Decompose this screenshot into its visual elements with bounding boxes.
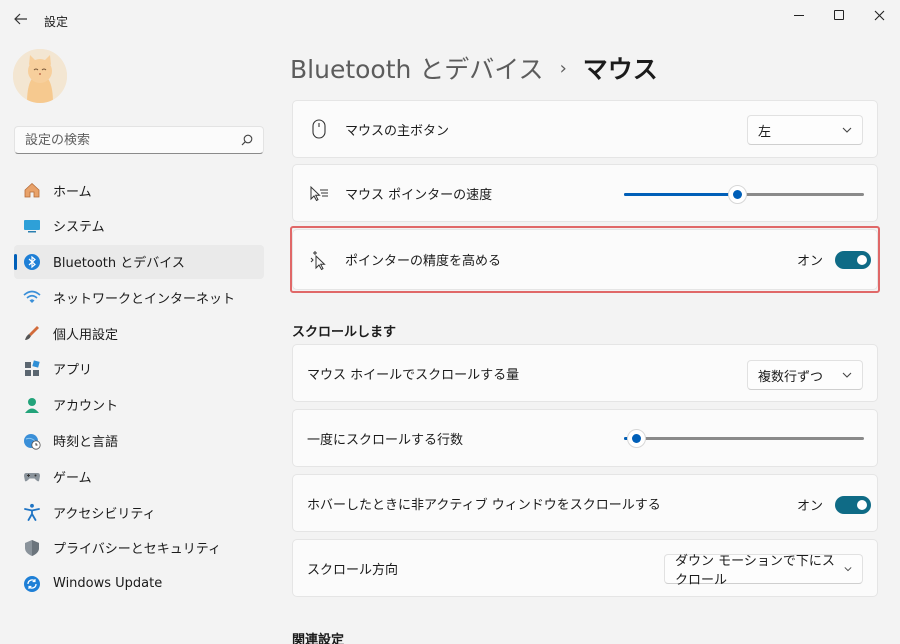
sidebar-item-label: 個人用設定 — [53, 327, 119, 343]
slider-fill — [624, 193, 737, 196]
related-section-title: 関連設定 — [292, 633, 345, 644]
inactive-scroll-label: ホバーしたときに非アクティブ ウィンドウをスクロールする — [307, 497, 661, 513]
search-box[interactable] — [14, 126, 264, 154]
highlight-box — [290, 226, 880, 293]
brush-icon — [22, 323, 42, 343]
bluetooth-icon — [22, 252, 42, 272]
pointer-speed-icon — [307, 181, 331, 205]
scroll-section-title: スクロールします — [292, 325, 397, 340]
sidebar-item-accessibility[interactable]: アクセシビリティ — [14, 495, 264, 529]
slider-thumb[interactable] — [627, 429, 646, 448]
wheel-amount-dropdown[interactable]: 複数行ずつ — [747, 360, 863, 390]
sidebar-item-apps[interactable]: アプリ — [14, 352, 264, 386]
accessibility-icon — [22, 502, 42, 522]
pointer-speed-label: マウス ポインターの速度 — [345, 187, 493, 203]
globe-clock-icon — [22, 431, 42, 451]
app-title: 設定 — [44, 15, 69, 29]
sidebar-item-label: プライバシーとセキュリティ — [53, 542, 221, 558]
scroll-direction-label: スクロール方向 — [307, 562, 399, 578]
pointer-speed-slider[interactable] — [624, 184, 864, 204]
wheel-amount-value: 複数行ずつ — [758, 369, 824, 385]
sidebar-item-accounts[interactable]: アカウント — [14, 388, 264, 422]
inactive-scroll-toggle-wrap: オン — [797, 495, 872, 514]
lines-per-scroll-slider[interactable] — [624, 428, 864, 448]
search-icon — [241, 134, 253, 146]
gamepad-icon — [22, 466, 42, 486]
breadcrumb-parent[interactable]: Bluetooth とデバイス — [290, 50, 544, 86]
shield-icon — [22, 538, 42, 558]
scroll-direction-value: ダウン モーションで下にスクロール — [675, 554, 835, 588]
title-bar: 設定 — [0, 0, 900, 40]
chevron-down-icon — [842, 127, 852, 133]
breadcrumb: Bluetooth とデバイス › マウス — [290, 50, 658, 86]
wheel-amount-label: マウス ホイールでスクロールする量 — [307, 367, 520, 383]
inactive-scroll-toggle[interactable] — [835, 495, 872, 514]
sidebar-item-label: システム — [53, 220, 105, 236]
sidebar-item-personalization[interactable]: 個人用設定 — [14, 316, 264, 350]
sidebar-item-label: Bluetooth とデバイス — [53, 256, 185, 272]
sidebar-item-label: ゲーム — [53, 470, 92, 486]
sidebar-item-bluetooth[interactable]: Bluetooth とデバイス — [14, 244, 264, 279]
sidebar-item-time-language[interactable]: 時刻と言語 — [14, 424, 264, 458]
primary-button-dropdown[interactable]: 左 — [747, 115, 863, 145]
sidebar-item-label: ネットワークとインターネット — [53, 291, 236, 307]
sidebar-item-label: ホーム — [53, 184, 92, 200]
sidebar-nav: ホーム システム Bluetooth とデバイス ネットワークとインターネット … — [14, 173, 264, 603]
cat-avatar-icon — [13, 49, 67, 103]
sidebar-item-label: アプリ — [53, 363, 93, 379]
sidebar-item-label: 時刻と言語 — [53, 435, 119, 451]
sidebar-item-privacy[interactable]: プライバシーとセキュリティ — [14, 531, 264, 565]
sidebar-item-label: アカウント — [53, 399, 119, 415]
home-icon — [22, 180, 42, 200]
back-button[interactable] — [6, 4, 36, 34]
sidebar-item-home[interactable]: ホーム — [14, 173, 264, 207]
close-button[interactable] — [856, 0, 900, 30]
sidebar-item-network[interactable]: ネットワークとインターネット — [14, 280, 264, 314]
inactive-scroll-card: ホバーしたときに非アクティブ ウィンドウをスクロールする — [292, 474, 878, 532]
avatar[interactable] — [13, 49, 67, 103]
windows-update-icon — [22, 574, 42, 594]
slider-track — [624, 437, 864, 440]
account-icon — [22, 395, 42, 415]
minimize-icon — [794, 14, 804, 16]
lines-per-scroll-label: 一度にスクロールする行数 — [307, 432, 464, 448]
primary-button-value: 左 — [758, 124, 772, 140]
mouse-icon — [307, 117, 331, 141]
slider-thumb[interactable] — [727, 185, 747, 204]
search-input[interactable] — [25, 132, 241, 148]
sidebar-item-windows-update[interactable]: Windows Update — [14, 567, 264, 601]
chevron-down-icon — [844, 567, 852, 572]
page-title: マウス — [582, 55, 658, 84]
breadcrumb-separator: › — [559, 57, 567, 79]
sidebar-item-label: アクセシビリティ — [53, 506, 156, 522]
primary-button-label: マウスの主ボタン — [345, 123, 450, 139]
apps-icon — [22, 359, 42, 379]
system-icon — [22, 216, 42, 236]
sidebar-item-gaming[interactable]: ゲーム — [14, 459, 264, 493]
scroll-direction-dropdown[interactable]: ダウン モーションで下にスクロール — [664, 554, 863, 588]
close-icon — [874, 10, 884, 20]
chevron-down-icon — [842, 372, 852, 378]
sidebar-item-system[interactable]: システム — [14, 209, 264, 243]
wifi-icon — [22, 287, 42, 307]
back-arrow-icon — [14, 13, 27, 25]
maximize-icon — [834, 10, 844, 20]
sidebar-item-label: Windows Update — [53, 576, 163, 592]
toggle-state-text: オン — [797, 499, 824, 514]
